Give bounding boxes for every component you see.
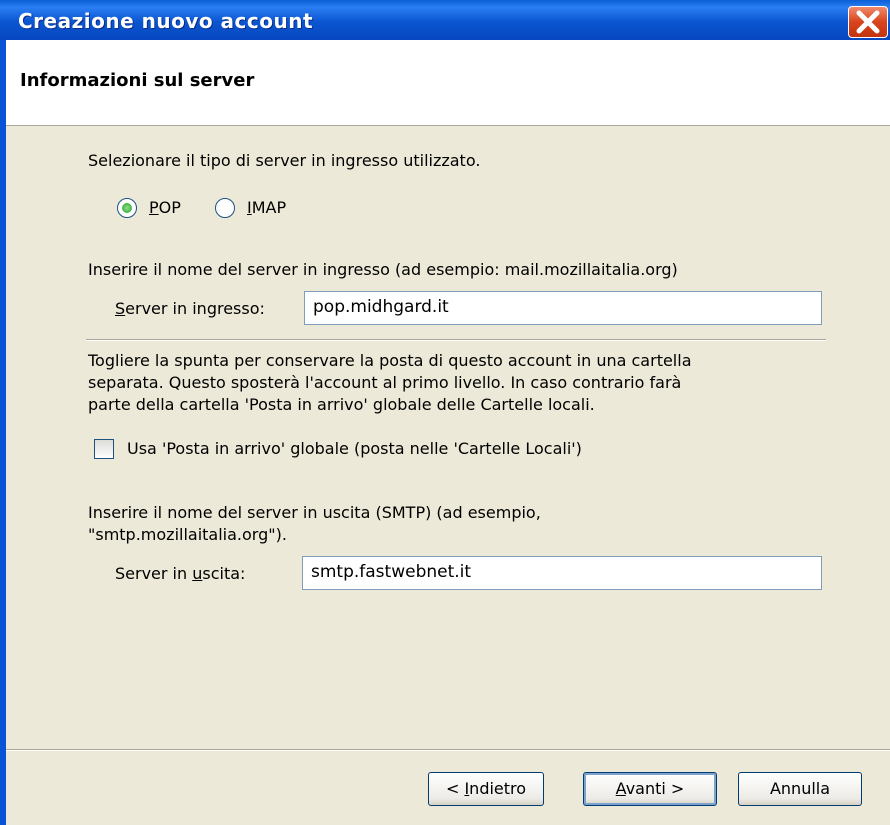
inbox-description-line-1: Togliere la spunta per conservare la pos… (88, 351, 692, 370)
imap-label[interactable]: IMAP (247, 197, 286, 219)
inbox-description-line-2: separata. Questo sposterà l'account al p… (88, 373, 682, 392)
inbox-description-line-3: parte della cartella 'Posta in arrivo' g… (88, 395, 595, 414)
pop-radio[interactable] (117, 198, 137, 218)
incoming-server-input[interactable]: pop.midhgard.it (304, 291, 822, 325)
outgoing-server-label: Server in uscita: (115, 564, 246, 583)
back-button[interactable]: < Indietro (428, 772, 544, 806)
server-type-prompt: Selezionare il tipo di server in ingress… (88, 151, 481, 170)
pop-label[interactable]: POP (149, 197, 181, 219)
global-inbox-checkbox[interactable] (94, 439, 114, 459)
window-frame-left (0, 40, 6, 825)
global-inbox-label[interactable]: Usa 'Posta in arrivo' globale (posta nel… (127, 438, 582, 460)
outgoing-server-description-line-2: "smtp.mozillaitalia.org"). (88, 525, 287, 544)
wizard-header: Informazioni sul server (6, 40, 890, 126)
cancel-button[interactable]: Annulla (738, 772, 862, 806)
title-bar[interactable]: Creazione nuovo account (0, 0, 890, 40)
incoming-server-description: Inserire il nome del server in ingresso … (88, 260, 678, 279)
outgoing-server-description-line-1: Inserire il nome del server in uscita (S… (88, 503, 541, 522)
outgoing-server-input[interactable]: smtp.fastwebnet.it (302, 556, 822, 590)
close-button[interactable] (848, 6, 888, 38)
separator (86, 339, 826, 341)
next-button[interactable]: Avanti > (583, 772, 717, 806)
window-title: Creazione nuovo account (18, 9, 314, 33)
imap-radio[interactable] (215, 198, 235, 218)
page-title: Informazioni sul server (20, 70, 255, 91)
button-area-separator (6, 749, 890, 751)
close-icon (856, 10, 880, 34)
incoming-server-label: Server in ingresso: (115, 299, 265, 318)
